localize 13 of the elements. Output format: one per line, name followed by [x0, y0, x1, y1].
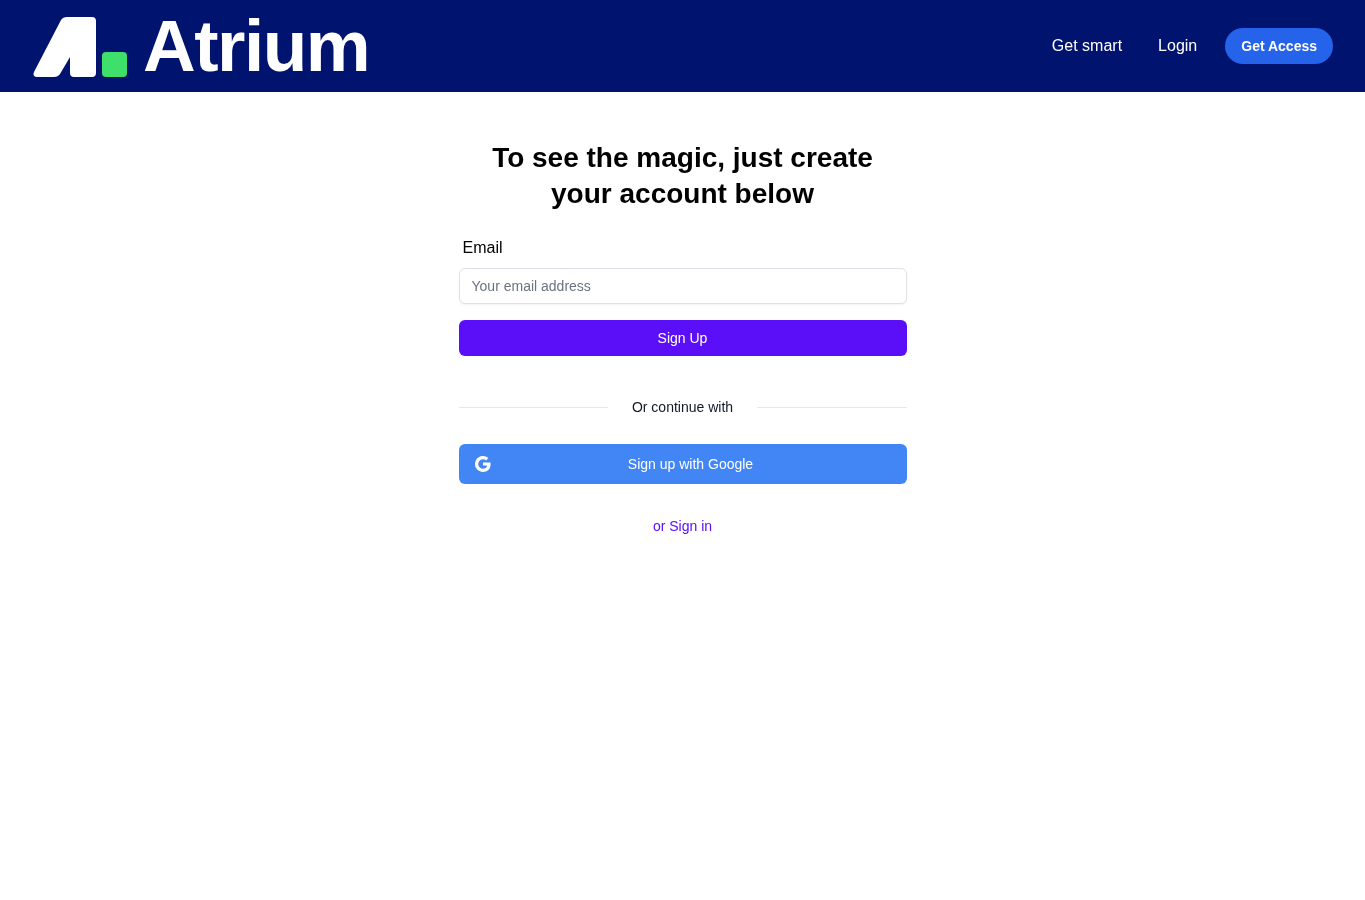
nav-link[interactable]: Get smart — [1051, 34, 1123, 58]
google-sign-up-button[interactable]: Sign up with Google — [458, 444, 907, 484]
email-label: Email — [462, 238, 503, 258]
sign-in-link[interactable]: or Sign in — [652, 516, 713, 536]
divider-text: Or continue with — [631, 398, 734, 417]
logo-mark-icon — [33, 16, 127, 77]
brand-name: Atrium — [143, 8, 370, 82]
sign-up-button[interactable]: Sign Up — [458, 320, 907, 356]
nav-link[interactable]: Login — [1158, 34, 1198, 58]
get-access-button[interactable]: Get Access — [1225, 28, 1333, 64]
email-field[interactable]: Your email address — [458, 268, 907, 304]
google-g-icon — [474, 456, 491, 472]
page-heading: To see the magic, just create your account below — [491, 141, 874, 211]
